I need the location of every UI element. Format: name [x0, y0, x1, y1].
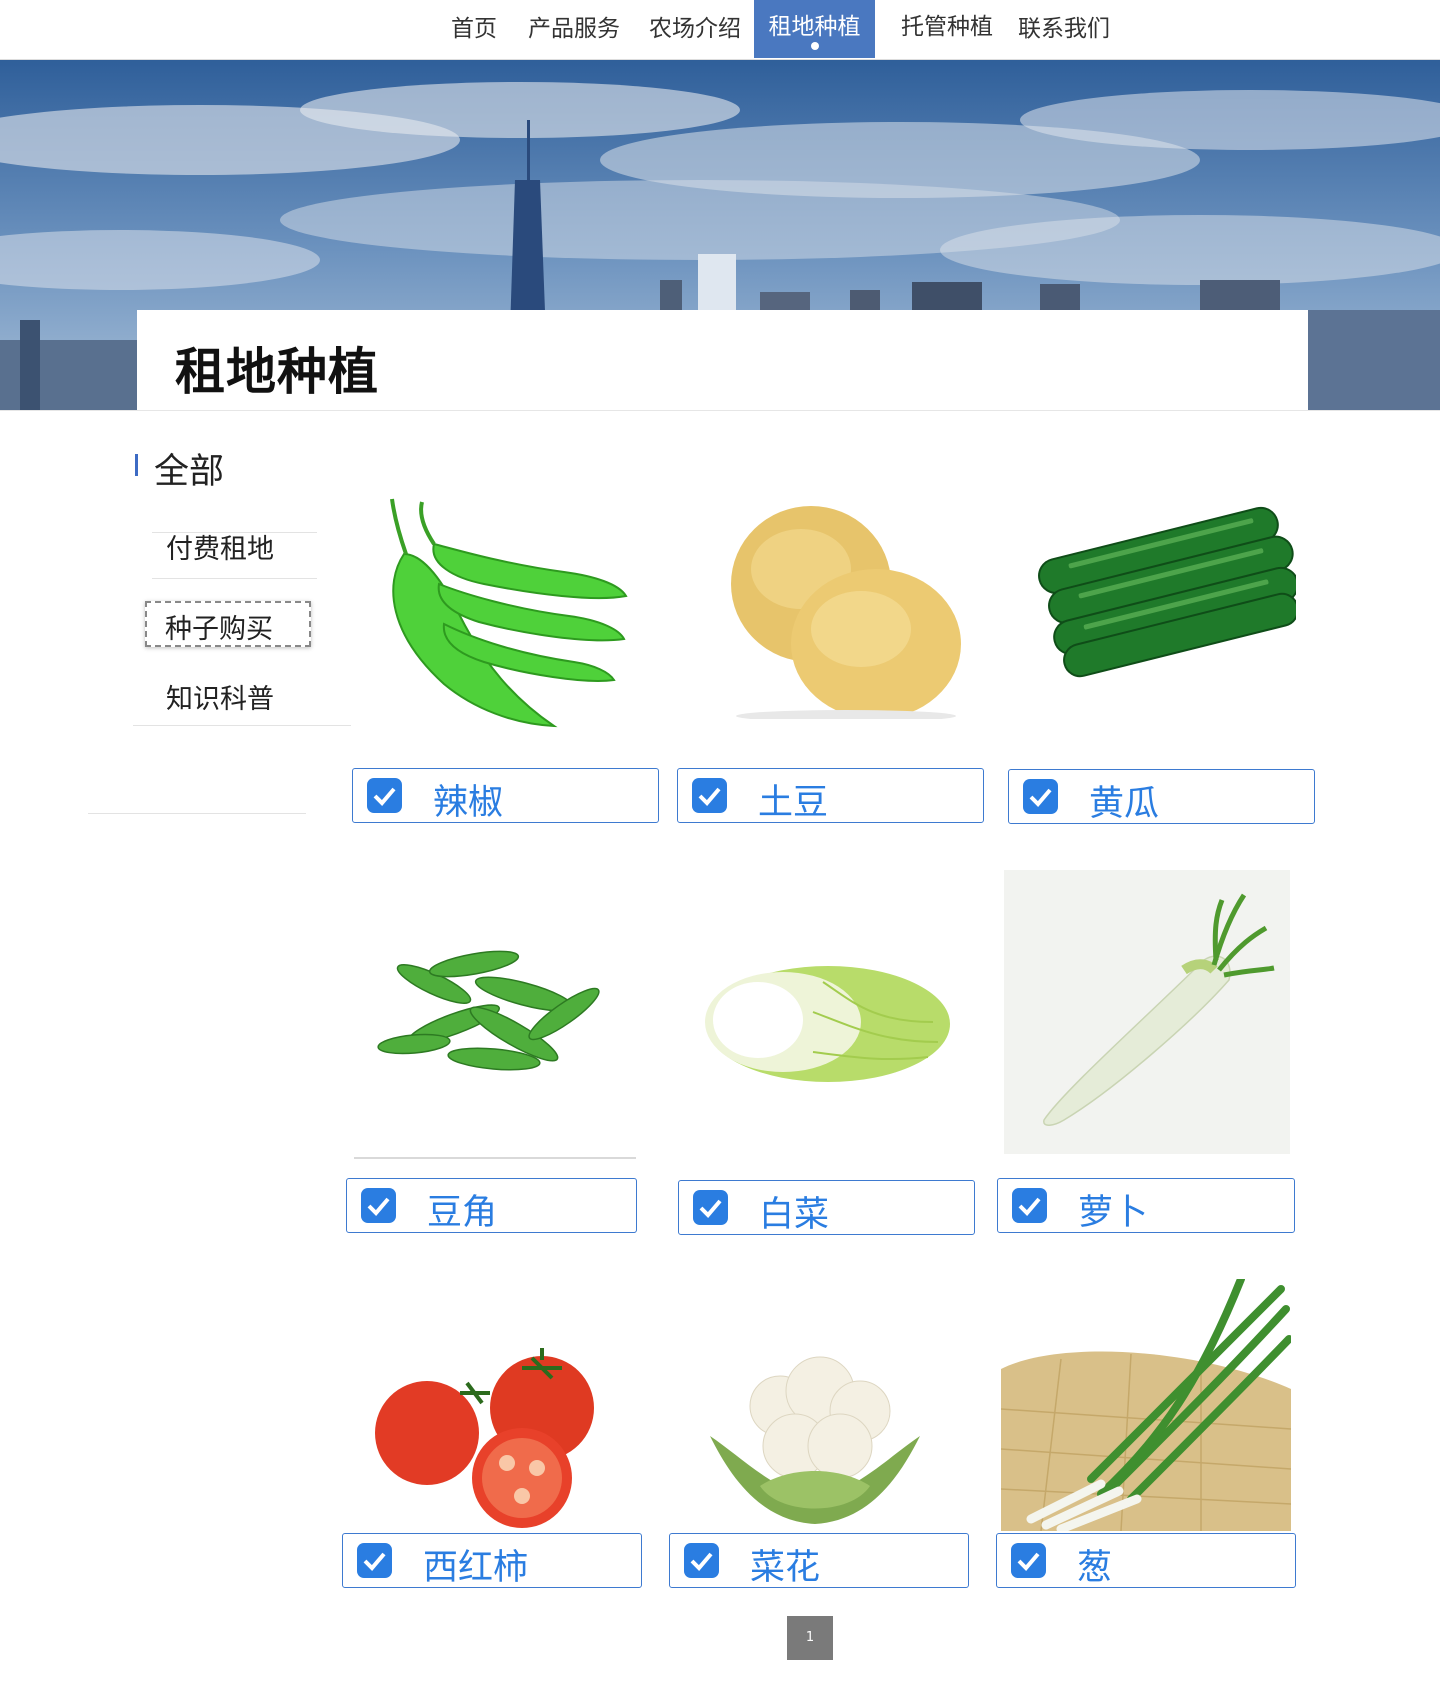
heading-accent-bar — [135, 454, 138, 476]
pagination-page-button[interactable]: 1 — [787, 1616, 833, 1660]
product-name: 葱 — [1077, 1548, 1113, 1588]
nav-item-farm-intro[interactable]: 农场介绍 — [641, 0, 749, 58]
checkbox-checked-icon — [361, 1188, 396, 1223]
product-radish-checkbox[interactable]: 萝卜 — [997, 1178, 1295, 1233]
product-cabbage-checkbox[interactable]: 白菜 — [678, 1180, 975, 1235]
product-chili-checkbox[interactable]: 辣椒 — [352, 768, 659, 823]
snow-pea-image[interactable] — [374, 924, 628, 1086]
nav-item-label: 租地种植 — [768, 14, 861, 40]
radish-image[interactable] — [1004, 870, 1290, 1154]
product-snow-pea-checkbox[interactable]: 豆角 — [346, 1178, 637, 1233]
checkbox-checked-icon — [357, 1543, 392, 1578]
chili-pepper-image[interactable] — [364, 494, 634, 734]
product-name: 萝卜 — [1078, 1193, 1149, 1233]
product-name: 土豆 — [758, 783, 829, 823]
nav-item-land-rental[interactable]: 租地种植 — [754, 0, 875, 58]
sidebar-item-science[interactable]: 知识科普 — [166, 677, 274, 716]
nav-item-contact[interactable]: 联系我们 — [1010, 0, 1118, 58]
nav-item-products[interactable]: 产品服务 — [520, 0, 628, 58]
banner-divider — [0, 410, 1440, 411]
cauliflower-image[interactable] — [700, 1346, 930, 1526]
sidebar-item-paid-land[interactable]: 付费租地 — [166, 527, 274, 566]
product-name: 辣椒 — [433, 783, 504, 823]
tomato-image[interactable] — [372, 1348, 602, 1528]
image-divider — [354, 1157, 636, 1159]
scallion-image[interactable] — [1001, 1279, 1291, 1531]
checkbox-checked-icon — [1011, 1543, 1046, 1578]
product-potato-checkbox[interactable]: 土豆 — [677, 768, 984, 823]
product-tomato-checkbox[interactable]: 西红柿 — [342, 1533, 642, 1588]
product-cucumber-checkbox[interactable]: 黄瓜 — [1008, 769, 1315, 824]
page-title: 租地种植 — [175, 343, 379, 401]
checkbox-checked-icon — [1012, 1188, 1047, 1223]
checkbox-checked-icon — [693, 1190, 728, 1225]
checkbox-checked-icon — [367, 778, 402, 813]
product-name: 白菜 — [759, 1195, 830, 1235]
product-name: 黄瓜 — [1089, 784, 1160, 824]
top-navigation: 首页 产品服务 农场介绍 租地种植 托管种植 联系我们 — [0, 0, 1440, 60]
checkbox-checked-icon — [1023, 779, 1058, 814]
page-title-box: 租地种植 — [137, 310, 1308, 411]
product-scallion-checkbox[interactable]: 葱 — [996, 1533, 1296, 1588]
sidebar-divider — [133, 725, 351, 726]
category-all-label: 全部 — [154, 452, 225, 492]
sidebar-item-label: 种子购买 — [165, 614, 273, 645]
nav-item-home[interactable]: 首页 — [441, 0, 507, 58]
active-indicator-dot — [810, 42, 819, 50]
product-name: 豆角 — [427, 1193, 498, 1233]
sidebar-item-seed-purchase[interactable]: 种子购买 — [145, 601, 311, 647]
sidebar-divider — [88, 813, 306, 814]
checkbox-checked-icon — [692, 778, 727, 813]
sidebar-divider — [152, 578, 317, 579]
product-name: 菜花 — [750, 1548, 821, 1588]
cucumber-image[interactable] — [1026, 494, 1296, 694]
product-cauliflower-checkbox[interactable]: 菜花 — [669, 1533, 969, 1588]
cabbage-image[interactable] — [703, 962, 953, 1087]
checkbox-checked-icon — [684, 1543, 719, 1578]
nav-item-managed-planting[interactable]: 托管种植 — [893, 0, 1001, 58]
product-name: 西红柿 — [423, 1548, 529, 1588]
potato-image[interactable] — [716, 494, 970, 719]
